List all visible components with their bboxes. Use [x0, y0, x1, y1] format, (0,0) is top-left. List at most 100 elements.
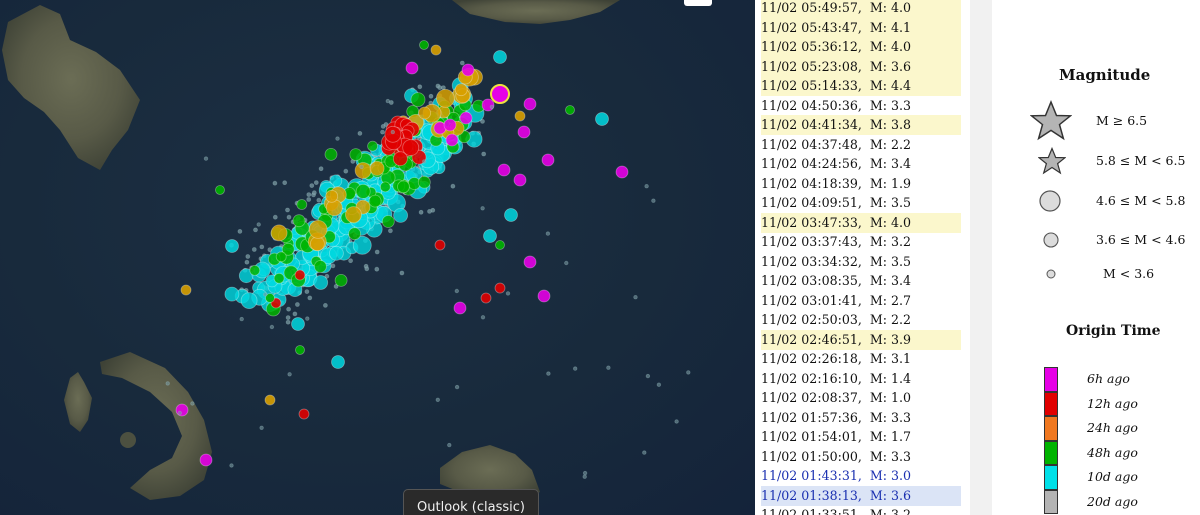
- quake-marker[interactable]: [384, 125, 402, 143]
- quake-marker[interactable]: [453, 301, 467, 315]
- quake-marker[interactable]: [311, 190, 317, 196]
- quake-marker[interactable]: [259, 425, 264, 430]
- quake-marker[interactable]: [240, 292, 258, 310]
- quake-marker[interactable]: [237, 228, 243, 234]
- event-row[interactable]: 11/02 04:37:48, M: 2.2: [761, 135, 961, 155]
- quake-marker[interactable]: [517, 125, 531, 139]
- quake-marker[interactable]: [225, 239, 239, 253]
- quake-marker[interactable]: [272, 180, 278, 186]
- quake-marker[interactable]: [330, 263, 336, 269]
- quake-marker[interactable]: [313, 260, 327, 273]
- event-row[interactable]: 11/02 04:09:51, M: 3.5: [761, 193, 961, 213]
- quake-marker[interactable]: [387, 228, 393, 234]
- map-control-stub[interactable]: [684, 0, 712, 6]
- event-row[interactable]: 11/02 05:14:33, M: 4.4: [761, 76, 961, 96]
- event-row[interactable]: 11/02 01:54:01, M: 1.7: [761, 427, 961, 447]
- quake-marker[interactable]: [292, 311, 298, 317]
- quake-marker[interactable]: [244, 259, 250, 265]
- quake-marker[interactable]: [541, 153, 555, 167]
- quake-marker[interactable]: [381, 215, 395, 228]
- quake-marker[interactable]: [291, 317, 305, 331]
- quake-marker[interactable]: [190, 401, 195, 406]
- quake-marker[interactable]: [331, 355, 345, 369]
- quake-marker-selected[interactable]: [490, 84, 510, 104]
- quake-marker[interactable]: [273, 272, 285, 284]
- quake-marker[interactable]: [582, 474, 587, 479]
- quake-marker[interactable]: [615, 165, 629, 179]
- quake-marker[interactable]: [256, 222, 261, 227]
- quake-marker[interactable]: [481, 151, 487, 157]
- quake-marker[interactable]: [275, 251, 287, 263]
- event-row[interactable]: 11/02 01:33:51, M: 3.2: [761, 505, 961, 515]
- quake-marker[interactable]: [497, 163, 511, 177]
- event-row[interactable]: 11/02 02:46:51, M: 3.9: [761, 329, 961, 350]
- quake-marker[interactable]: [480, 315, 486, 320]
- event-row[interactable]: 11/02 02:16:10, M: 1.4: [761, 369, 961, 389]
- event-row[interactable]: 11/02 02:50:03, M: 2.2: [761, 310, 961, 330]
- event-row[interactable]: 11/02 03:01:41, M: 2.7: [761, 291, 961, 311]
- quake-marker[interactable]: [435, 89, 455, 108]
- quake-marker[interactable]: [285, 319, 291, 325]
- quake-marker[interactable]: [656, 382, 662, 387]
- quake-marker[interactable]: [286, 306, 292, 312]
- quake-marker[interactable]: [308, 219, 328, 239]
- quake-marker[interactable]: [343, 168, 349, 174]
- quake-marker[interactable]: [249, 264, 261, 276]
- quake-marker[interactable]: [419, 40, 429, 50]
- quake-marker[interactable]: [324, 147, 338, 161]
- quake-marker[interactable]: [644, 183, 649, 189]
- quake-marker[interactable]: [428, 93, 434, 99]
- quake-marker[interactable]: [175, 403, 189, 417]
- quake-marker[interactable]: [447, 442, 452, 448]
- quake-marker[interactable]: [505, 291, 511, 296]
- quake-marker[interactable]: [318, 166, 324, 172]
- quake-marker[interactable]: [245, 254, 251, 259]
- quake-marker[interactable]: [385, 98, 390, 104]
- quake-marker[interactable]: [309, 236, 325, 252]
- quake-marker[interactable]: [334, 273, 348, 287]
- quake-marker[interactable]: [282, 180, 288, 186]
- quake-marker[interactable]: [357, 130, 363, 136]
- quake-marker[interactable]: [454, 384, 460, 390]
- quake-marker[interactable]: [545, 231, 551, 236]
- quake-marker[interactable]: [397, 180, 410, 194]
- quake-marker[interactable]: [595, 112, 609, 126]
- quake-marker[interactable]: [306, 192, 312, 198]
- quake-marker[interactable]: [642, 450, 647, 455]
- quake-marker[interactable]: [354, 162, 372, 179]
- quake-marker[interactable]: [285, 207, 290, 213]
- event-row[interactable]: 11/02 05:43:47, M: 4.1: [761, 17, 961, 38]
- event-row[interactable]: 11/02 02:08:37, M: 1.0: [761, 388, 961, 408]
- quake-marker[interactable]: [674, 419, 679, 424]
- quake-marker[interactable]: [298, 408, 310, 420]
- quake-marker[interactable]: [380, 129, 385, 135]
- quake-marker[interactable]: [269, 324, 275, 330]
- quake-marker[interactable]: [304, 289, 310, 295]
- quake-marker[interactable]: [322, 302, 328, 308]
- quake-marker[interactable]: [263, 292, 268, 297]
- quake-marker[interactable]: [445, 133, 459, 147]
- quake-marker[interactable]: [307, 295, 313, 301]
- quake-marker[interactable]: [287, 372, 292, 377]
- quake-marker[interactable]: [313, 180, 319, 186]
- quake-marker[interactable]: [483, 229, 497, 243]
- quake-marker[interactable]: [399, 270, 405, 276]
- quake-marker[interactable]: [437, 85, 443, 90]
- quake-marker[interactable]: [435, 397, 440, 402]
- quake-marker[interactable]: [348, 258, 354, 264]
- quake-marker[interactable]: [355, 183, 371, 199]
- quake-marker[interactable]: [480, 206, 485, 211]
- quake-marker[interactable]: [177, 410, 182, 416]
- quake-marker[interactable]: [253, 227, 258, 233]
- earthquake-map[interactable]: Outlook (classic): [0, 0, 755, 515]
- quake-marker[interactable]: [417, 84, 423, 90]
- event-row[interactable]: 11/02 01:57:36, M: 3.3: [761, 408, 961, 428]
- quake-marker[interactable]: [645, 373, 651, 379]
- event-row[interactable]: 11/02 05:49:57, M: 4.0: [761, 0, 961, 18]
- quake-marker[interactable]: [239, 316, 244, 322]
- event-row[interactable]: 11/02 03:37:43, M: 3.2: [761, 232, 961, 252]
- quake-marker[interactable]: [379, 181, 391, 193]
- quake-marker[interactable]: [374, 266, 380, 272]
- event-row[interactable]: 11/02 01:38:13, M: 3.6: [761, 485, 961, 506]
- quake-marker[interactable]: [418, 209, 424, 215]
